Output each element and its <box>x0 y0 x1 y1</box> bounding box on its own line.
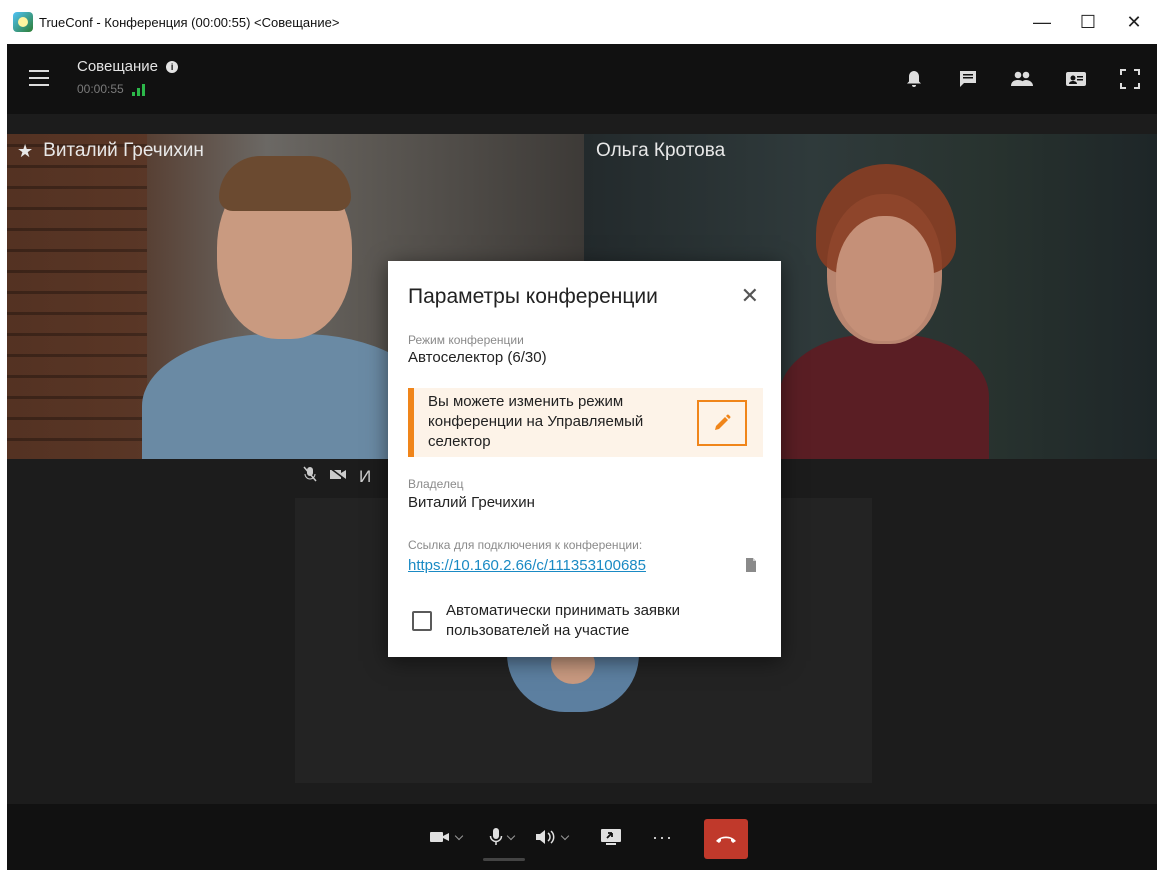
participant-body <box>779 334 989 459</box>
participant-name-label: Ольга Кротова <box>596 140 725 162</box>
participants-icon[interactable] <box>995 59 1049 99</box>
participant-name-partial: И <box>359 466 372 486</box>
edit-mode-button[interactable] <box>697 400 747 446</box>
pencil-icon <box>715 414 731 430</box>
participant-name: Виталий Гречихин <box>43 140 204 161</box>
content-icon[interactable] <box>1049 59 1103 99</box>
copy-icon[interactable] <box>745 557 757 573</box>
camera-options-chevron-icon[interactable] <box>454 831 464 840</box>
microphone-icon <box>489 828 503 845</box>
camera-off-icon <box>329 467 347 486</box>
dialog-title: Параметры конференции <box>408 285 658 308</box>
chat-icon[interactable] <box>941 59 995 99</box>
brick-wall-background <box>7 134 147 459</box>
participant-face-inner <box>836 216 934 341</box>
camera-button[interactable] <box>429 820 464 854</box>
mode-value: Автоселектор (6/30) <box>408 349 547 366</box>
speaker-icon <box>536 830 555 844</box>
more-button[interactable]: ··· <box>652 820 673 854</box>
camera-icon <box>430 832 449 842</box>
microphone-button[interactable] <box>489 820 516 854</box>
mode-change-notice: Вы можете изменить режим конференции на … <box>408 388 763 457</box>
speaker-button[interactable] <box>535 820 570 854</box>
timer-value: 00:00:55 <box>77 82 124 96</box>
bell-icon[interactable] <box>887 59 941 99</box>
star-icon: ★ <box>17 140 34 161</box>
conference-header: Совещание i 00:00:55 <box>7 44 1157 114</box>
window-title: TrueConf - Конференция (00:00:55) <Совещ… <box>39 14 340 30</box>
participant-name: Ольга Кротова <box>596 140 726 161</box>
conference-link[interactable]: https://10.160.2.66/c/111353100685 <box>408 557 646 574</box>
bottom-tile-status: И <box>303 466 371 487</box>
auto-accept-label: Автоматически принимать заявки пользоват… <box>446 602 680 639</box>
microphone-level-indicator <box>483 858 525 861</box>
notice-accent-bar <box>408 388 414 457</box>
speaker-options-chevron-icon[interactable] <box>560 831 570 840</box>
fullscreen-icon[interactable] <box>1103 59 1157 99</box>
mic-muted-icon <box>303 466 317 487</box>
owner-value: Виталий Гречихин <box>408 494 535 511</box>
minimize-button[interactable]: — <box>1019 0 1065 44</box>
participant-name-label: ★ Виталий Гречихин <box>17 140 204 162</box>
conference-timer: 00:00:55 <box>77 82 145 96</box>
title-bar: TrueConf - Конференция (00:00:55) <Совещ… <box>7 0 1157 44</box>
maximize-button[interactable]: ☐ <box>1065 0 1111 44</box>
participant-hair <box>219 156 351 211</box>
auto-accept-checkbox[interactable] <box>412 611 432 631</box>
close-dialog-icon[interactable]: ✕ <box>741 285 759 307</box>
trueconf-logo-icon <box>13 12 33 32</box>
hamburger-menu-icon[interactable] <box>29 70 49 86</box>
share-screen-button[interactable] <box>600 820 622 854</box>
close-window-button[interactable]: ✕ <box>1111 0 1157 44</box>
notice-text: Вы можете изменить режим конференции на … <box>428 393 644 450</box>
link-label: Ссылка для подключения к конференции: <box>408 538 643 552</box>
conference-title: Совещание i <box>77 58 179 75</box>
conference-name: Совещание <box>77 58 159 75</box>
conference-settings-dialog: Параметры конференции ✕ Режим конференци… <box>388 261 781 657</box>
hangup-button[interactable] <box>704 819 748 859</box>
hangup-icon <box>716 836 736 843</box>
share-screen-icon <box>601 829 621 845</box>
microphone-options-chevron-icon[interactable] <box>506 831 516 840</box>
info-icon[interactable]: i <box>166 61 179 73</box>
mode-label: Режим конференции <box>408 333 524 347</box>
signal-strength-icon <box>131 82 145 96</box>
call-toolbar: ··· <box>7 804 1157 870</box>
avatar-face <box>551 654 595 684</box>
app-window: TrueConf - Конференция (00:00:55) <Совещ… <box>7 0 1157 870</box>
owner-label: Владелец <box>408 477 464 491</box>
